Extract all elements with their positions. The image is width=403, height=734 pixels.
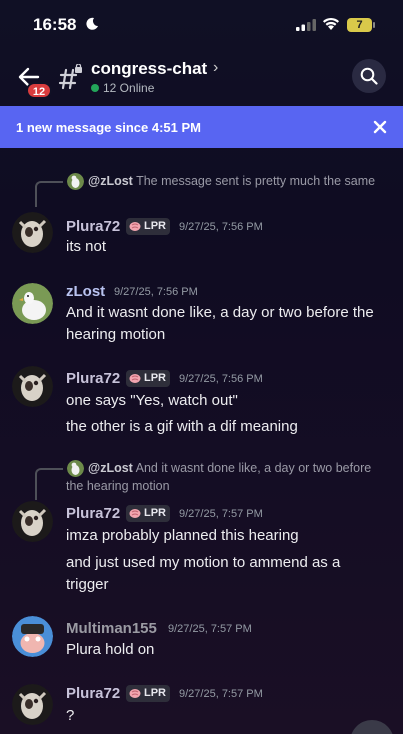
brain-icon bbox=[129, 222, 141, 231]
avatar[interactable] bbox=[12, 501, 53, 542]
reply-preview[interactable]: @zLost And it wasnt done like, a day or … bbox=[66, 459, 386, 495]
message-timestamp: 9/27/25, 7:56 PM bbox=[179, 373, 263, 385]
role-tag[interactable]: LPR bbox=[126, 505, 170, 522]
search-button[interactable] bbox=[352, 59, 386, 93]
chevron-right-icon[interactable]: › bbox=[213, 59, 218, 77]
avatar[interactable] bbox=[12, 616, 53, 657]
signal-icon bbox=[296, 19, 316, 31]
message-text: imza probably planned this hearing bbox=[66, 527, 299, 544]
brain-icon bbox=[129, 374, 141, 383]
status-time: 16:58 bbox=[33, 15, 77, 34]
new-messages-banner[interactable]: 1 new message since 4:51 PM bbox=[0, 106, 403, 148]
avatar[interactable] bbox=[12, 212, 53, 253]
message-text: Plura hold on bbox=[66, 641, 155, 658]
message-text: the other is a gif with a dif meaning bbox=[66, 418, 298, 435]
message-timestamp: 9/27/25, 7:56 PM bbox=[114, 286, 198, 298]
battery-level: 7 bbox=[347, 18, 372, 32]
message-author[interactable]: Plura72 bbox=[66, 505, 120, 522]
avatar[interactable] bbox=[12, 366, 53, 407]
message-timestamp: 9/27/25, 7:57 PM bbox=[179, 508, 263, 520]
hash-lock-icon bbox=[58, 64, 82, 90]
brain-icon bbox=[129, 689, 141, 698]
online-count: 12 Online bbox=[103, 81, 155, 95]
role-tag-label: LPR bbox=[144, 507, 166, 519]
avatar[interactable] bbox=[12, 684, 53, 725]
reply-connector bbox=[35, 181, 63, 207]
message-author[interactable]: Plura72 bbox=[66, 685, 120, 702]
message-text: ? bbox=[66, 707, 75, 724]
reply-preview[interactable]: @zLost The message sent is pretty much t… bbox=[66, 172, 386, 190]
moon-icon bbox=[86, 17, 98, 30]
reply-author: @zLost bbox=[88, 461, 133, 475]
message-text: its not bbox=[66, 238, 107, 255]
message-author[interactable]: Plura72 bbox=[66, 370, 120, 387]
reply-text: The message sent is pretty much the same bbox=[136, 174, 376, 188]
online-status-dot bbox=[91, 84, 99, 92]
wifi-icon bbox=[323, 17, 339, 30]
status-bar: 16:58 7 bbox=[0, 0, 403, 48]
avatar[interactable] bbox=[12, 283, 53, 324]
message-timestamp: 9/27/25, 7:56 PM bbox=[179, 221, 263, 233]
message-text: and just used my motion to ammend as a t… bbox=[66, 554, 341, 593]
role-tag-label: LPR bbox=[144, 687, 166, 699]
role-tag[interactable]: LPR bbox=[126, 218, 170, 235]
message-author[interactable]: zLost bbox=[66, 283, 105, 300]
unread-badge: 12 bbox=[26, 82, 52, 99]
message-author[interactable]: Plura72 bbox=[66, 218, 120, 235]
close-icon[interactable] bbox=[372, 119, 388, 135]
message-list: @zLost The message sent is pretty much t… bbox=[0, 148, 403, 734]
role-tag-label: LPR bbox=[144, 372, 166, 384]
channel-name[interactable]: congress-chat bbox=[91, 59, 207, 79]
reply-connector bbox=[35, 468, 63, 500]
battery-icon: 7 bbox=[347, 18, 375, 32]
reply-author: @zLost bbox=[88, 174, 133, 188]
battery-tip bbox=[373, 22, 375, 28]
message-timestamp: 9/27/25, 7:57 PM bbox=[179, 688, 263, 700]
role-tag[interactable]: LPR bbox=[126, 370, 170, 387]
message-text: one says "Yes, watch out" bbox=[66, 392, 238, 409]
role-tag-label: LPR bbox=[144, 220, 166, 232]
new-messages-text: 1 new message since 4:51 PM bbox=[16, 120, 201, 135]
message-text: And it wasnt done like, a day or two bef… bbox=[66, 304, 374, 343]
search-icon bbox=[360, 67, 378, 85]
message-author[interactable]: Multiman155 bbox=[66, 620, 157, 637]
channel-header: congress-chat › 12 Online bbox=[0, 50, 403, 106]
message-timestamp: 9/27/25, 7:57 PM bbox=[168, 623, 252, 635]
role-tag[interactable]: LPR bbox=[126, 685, 170, 702]
brain-icon bbox=[129, 509, 141, 518]
